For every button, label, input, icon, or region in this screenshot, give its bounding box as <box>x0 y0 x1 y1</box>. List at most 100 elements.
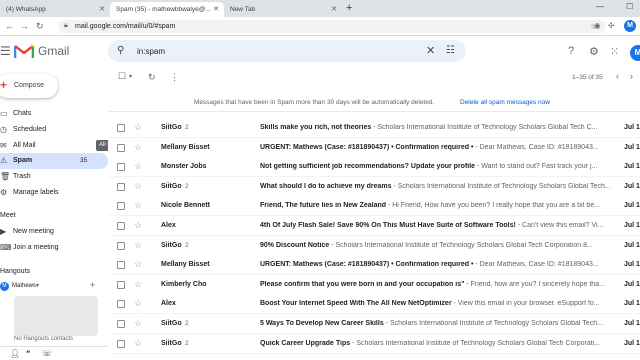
minimize-icon[interactable]: — <box>596 2 604 11</box>
email-row[interactable]: ☆ Kimberly Cho Please confirm that you wer… <box>108 274 640 295</box>
clear-search-icon[interactable]: ✕ <box>426 44 435 57</box>
extensions-icon[interactable]: ✣ <box>608 21 614 30</box>
tab-new-tab[interactable]: New Tab ✕ <box>224 2 342 17</box>
email-subject: URGENT: Mathews (Case: #181890437) • Con… <box>260 143 474 151</box>
email-date: Jul 15 <box>624 163 640 171</box>
star-icon[interactable]: ☆ <box>134 200 142 211</box>
row-checkbox[interactable] <box>117 163 125 172</box>
chevron-down-icon[interactable]: ▾ <box>129 73 132 80</box>
star-icon[interactable]: ☆ <box>134 318 142 329</box>
row-checkbox[interactable] <box>117 222 125 230</box>
reload-icon[interactable]: ↻ <box>36 21 44 32</box>
star-icon[interactable]: ☆ <box>134 161 142 172</box>
email-row[interactable]: ☆ SiitGo 2 Quick Career Upgrade Tips - Scho… <box>108 333 640 354</box>
maximize-icon[interactable]: ☐ <box>626 2 633 11</box>
new-meeting-item[interactable]: ▶ New meeting <box>0 224 108 240</box>
chevron-down-icon[interactable]: ▾ <box>36 282 39 289</box>
eye-icon[interactable]: ◉ <box>594 21 601 30</box>
chevron-left-icon[interactable]: ‹ <box>616 71 619 81</box>
url-field[interactable]: 🔒︎ mail.google.com/mail/u/0/#spam ☆ <box>58 20 606 33</box>
menu-icon[interactable]: ☰ <box>0 44 11 58</box>
email-row[interactable]: ☆ Mellany Bisset URGENT: Mathews (Case: #1… <box>108 255 640 276</box>
sidebar-item-chats[interactable]: ▭ Chats <box>0 106 108 122</box>
compose-button[interactable]: + Compose <box>0 74 58 98</box>
chevron-right-icon[interactable]: › <box>630 71 633 81</box>
profile-avatar[interactable]: M <box>624 20 636 32</box>
row-checkbox[interactable] <box>117 280 125 289</box>
tab-whatsapp[interactable]: (4) WhatsApp ✕ <box>0 2 110 17</box>
star-icon[interactable]: ☆ <box>134 122 142 133</box>
email-subject: 4th Of July Flash Sale! Save 90% On This… <box>260 222 516 229</box>
gear-icon[interactable]: ⚙ <box>589 45 599 58</box>
email-row[interactable]: ☆ Nicole Bennett Friend, The future lies i… <box>108 196 640 217</box>
chat-bubble-icon[interactable]: ❝ <box>26 349 30 358</box>
row-checkbox[interactable] <box>117 241 125 250</box>
email-row[interactable]: ☆ Mellany Bisset URGENT: Mathews (Case: #1… <box>108 137 640 158</box>
star-icon[interactable]: ☆ <box>134 298 142 309</box>
person-icon[interactable]: 👤︎ <box>10 349 20 358</box>
sidebar-item-label: Scheduled <box>13 126 47 133</box>
email-row[interactable]: ☆ SiitGo 2 Skills make you rich, not theori… <box>108 118 640 138</box>
email-row[interactable]: ☆ SiitGo 2 5 Ways To Develop New Career Ski… <box>108 314 640 334</box>
sidebar-item-all-mail[interactable]: ✉ All Mail <box>0 138 108 154</box>
email-row[interactable]: ☆ Alex Boost Your Internet Speed With The … <box>108 294 640 315</box>
gmail-logo-icon <box>14 44 34 58</box>
row-checkbox[interactable] <box>117 261 125 270</box>
email-snippet: - Scholars International Institute of Te… <box>350 339 601 347</box>
row-checkbox[interactable] <box>117 124 125 132</box>
email-row[interactable]: ☆ SiitGo 2 What should I do to achieve my d… <box>108 176 640 197</box>
back-arrow-icon[interactable]: ← <box>5 21 14 31</box>
star-icon[interactable]: ☆ <box>134 259 142 270</box>
email-subject: 90% Discount Notice <box>260 241 330 249</box>
delete-all-spam-link[interactable]: Delete all spam messages now <box>460 99 550 106</box>
row-checkbox[interactable] <box>117 202 125 211</box>
close-icon[interactable]: ✕ <box>331 5 337 13</box>
row-checkbox[interactable] <box>117 339 125 348</box>
sidebar-item-trash[interactable]: 🗑︎ Trash <box>0 169 108 185</box>
email-snippet: - View this email in your browser. eSupp… <box>451 300 600 308</box>
search-input[interactable]: in:spam <box>137 47 165 56</box>
hangouts-user[interactable]: M Mathews ▾ + <box>0 280 108 294</box>
sidebar-item-spam[interactable]: ⚠ Spam 35 <box>0 153 108 169</box>
email-row[interactable]: ☆ SiitGo 2 90% Discount Notice - Scholars I… <box>108 235 640 256</box>
close-icon[interactable]: ✕ <box>99 5 105 13</box>
forward-arrow-icon[interactable]: → <box>20 21 29 31</box>
add-contact-icon[interactable]: + <box>90 280 95 290</box>
email-sender: Mellany Bisset <box>161 261 210 269</box>
row-checkbox[interactable] <box>117 300 125 309</box>
close-icon[interactable]: ✕ <box>213 5 219 13</box>
refresh-icon[interactable]: ↻ <box>148 72 156 83</box>
email-row[interactable]: ☆ Alex 4th Of July Flash Sale! Save 90% On… <box>108 216 640 236</box>
email-snippet: - Scholars International Institute of Te… <box>391 182 611 190</box>
email-snippet: - Scholars International Institute of Te… <box>383 320 603 327</box>
star-icon[interactable]: ☆ <box>134 220 142 231</box>
join-meeting-item[interactable]: ⌨ Join a meeting <box>0 240 108 256</box>
more-options-icon[interactable]: ⋮ <box>170 72 179 83</box>
star-icon[interactable]: ☆ <box>134 181 142 192</box>
search-bar[interactable]: ⚲ in:spam ✕ ☷ <box>108 40 466 62</box>
sidebar-item-scheduled[interactable]: ◷ Scheduled <box>0 122 108 138</box>
tab-spam[interactable]: Spam (35) - mathewbbwalye@... ✕ <box>110 2 224 17</box>
search-icon[interactable]: ⚲ <box>117 45 124 56</box>
star-icon[interactable]: ☆ <box>134 142 142 153</box>
email-sender: Alex <box>161 300 176 308</box>
email-subject: Quick Career Upgrade Tips <box>260 339 351 347</box>
search-options-icon[interactable]: ☷ <box>446 45 455 56</box>
new-tab-plus-icon[interactable]: + <box>346 2 352 14</box>
email-sender: Monster Jobs <box>161 163 207 171</box>
star-icon[interactable]: ☆ <box>134 338 142 349</box>
email-row[interactable]: ☆ Monster Jobs Not getting sufficient job … <box>108 157 640 178</box>
row-checkbox[interactable] <box>117 143 125 152</box>
row-checkbox[interactable] <box>117 320 125 328</box>
sidebar-item-manage-labels[interactable]: ⚙ Manage labels <box>0 185 108 201</box>
email-date: Jul 11 <box>624 339 640 347</box>
all-mail-icon: ✉ <box>0 141 7 150</box>
star-icon[interactable]: ☆ <box>134 240 142 251</box>
row-checkbox[interactable] <box>117 182 125 191</box>
select-all-checkbox-icon[interactable]: ☐ <box>118 71 126 82</box>
star-icon[interactable]: ☆ <box>134 279 142 290</box>
account-avatar[interactable]: M <box>630 45 640 61</box>
help-icon[interactable]: ? <box>568 45 574 57</box>
phone-icon[interactable]: ☏ <box>42 349 52 358</box>
apps-grid-icon[interactable]: ⁙ <box>610 45 619 58</box>
